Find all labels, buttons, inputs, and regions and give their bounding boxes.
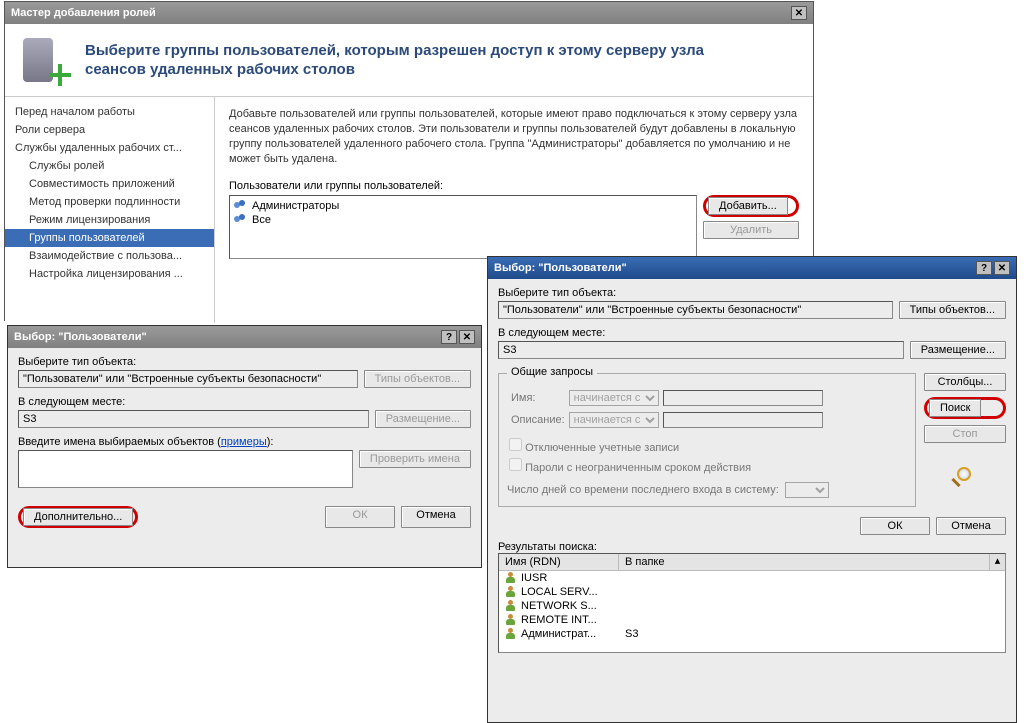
user-icon — [505, 586, 517, 598]
wizard-header: Выберите группы пользователей, которым р… — [5, 24, 813, 97]
select-users-dialog-2: Выбор: "Пользователи" ? ✕ Выберите тип о… — [487, 256, 1017, 723]
dlg2-obj-types-button[interactable]: Типы объектов... — [899, 301, 1006, 319]
dlg2-location: S3 — [498, 341, 904, 359]
dlg1-location-label: В следующем месте: — [18, 396, 471, 408]
dlg2-location-button[interactable]: Размещение... — [910, 341, 1006, 359]
dlg1-titlebar: Выбор: "Пользователи" ? ✕ — [8, 326, 481, 348]
wizard-titlebar: Мастер добавления ролей ✕ — [5, 2, 813, 24]
list-item[interactable]: Администраторы — [234, 199, 692, 213]
user-icon — [505, 572, 517, 584]
nav-item[interactable]: Группы пользователей — [5, 229, 214, 247]
result-row[interactable]: Администрат...S3 — [499, 627, 1005, 641]
col-folder-header[interactable]: В папке — [619, 554, 989, 570]
nav-item[interactable]: Службы ролей — [5, 157, 214, 175]
wizard-heading: Выберите группы пользователей, которым р… — [85, 41, 765, 80]
dlg1-location-button[interactable]: Размещение... — [375, 410, 471, 428]
close-icon[interactable]: ✕ — [994, 261, 1010, 275]
close-icon[interactable]: ✕ — [791, 6, 807, 20]
dlg1-location: S3 — [18, 410, 369, 428]
nav-item[interactable]: Перед началом работы — [5, 103, 214, 121]
dlg2-location-label: В следующем месте: — [498, 327, 1006, 339]
help-icon[interactable]: ? — [441, 330, 457, 344]
dlg2-name-label: Имя: — [511, 390, 565, 406]
dlg2-results-list[interactable]: Имя (RDN) В папке ▴ IUSRLOCAL SERV...NET… — [498, 553, 1006, 653]
dlg1-cancel-button[interactable]: Отмена — [401, 506, 471, 528]
dlg2-desc-input[interactable] — [663, 412, 823, 428]
dlg2-titlebar: Выбор: "Пользователи" ? ✕ — [488, 257, 1016, 279]
wizard-paragraph: Добавьте пользователей или группы пользо… — [229, 107, 799, 166]
nav-item[interactable]: Совместимость приложений — [5, 175, 214, 193]
dlg1-obj-type-label: Выберите тип объекта: — [18, 356, 471, 368]
help-icon[interactable]: ? — [976, 261, 992, 275]
dlg2-results-label: Результаты поиска: — [498, 541, 1006, 553]
examples-link[interactable]: примеры — [221, 436, 267, 448]
dlg2-no-expire-check[interactable]: Пароли с неограниченным сроком действия — [509, 458, 905, 474]
wizard-icon — [19, 34, 71, 86]
dlg1-title: Выбор: "Пользователи" — [14, 331, 147, 343]
dlg2-name-input[interactable] — [663, 390, 823, 406]
dlg1-obj-type: "Пользователи" или "Встроенные субъекты … — [18, 370, 358, 388]
close-icon[interactable]: ✕ — [459, 330, 475, 344]
nav-item[interactable]: Метод проверки подлинности — [5, 193, 214, 211]
dlg2-days-label: Число дней со времени последнего входа в… — [507, 484, 779, 496]
dlg1-ok-button[interactable]: ОК — [325, 506, 395, 528]
nav-item[interactable]: Службы удаленных рабочих ст... — [5, 139, 214, 157]
scroll-up-icon[interactable]: ▴ — [989, 554, 1005, 570]
wizard-nav: Перед началом работыРоли сервераСлужбы у… — [5, 97, 215, 323]
users-icon — [234, 200, 248, 212]
dlg2-obj-type: "Пользователи" или "Встроенные субъекты … — [498, 301, 893, 319]
user-icon — [505, 614, 517, 626]
nav-item[interactable]: Режим лицензирования — [5, 211, 214, 229]
dlg2-ok-button[interactable]: ОК — [860, 517, 930, 535]
dlg1-advanced-button[interactable]: Дополнительно... — [23, 508, 133, 526]
dlg1-check-names-button[interactable]: Проверить имена — [359, 450, 471, 468]
user-icon — [505, 628, 517, 640]
dlg1-names-label: Введите имена выбираемых объектов (приме… — [18, 436, 471, 448]
wizard-title: Мастер добавления ролей — [11, 7, 156, 19]
dlg2-desc-combo[interactable]: начинается с — [569, 412, 659, 428]
dlg1-obj-types-button[interactable]: Типы объектов... — [364, 370, 471, 388]
dlg2-desc-label: Описание: — [511, 412, 565, 428]
dlg2-cancel-button[interactable]: Отмена — [936, 517, 1006, 535]
remove-button[interactable]: Удалить — [703, 221, 799, 239]
nav-item[interactable]: Настройка лицензирования ... — [5, 265, 214, 283]
group-list[interactable]: АдминистраторыВсе — [229, 195, 697, 259]
result-row[interactable]: LOCAL SERV... — [499, 585, 1005, 599]
dlg2-title: Выбор: "Пользователи" — [494, 262, 627, 274]
dlg2-days-combo[interactable] — [785, 482, 829, 498]
nav-item[interactable]: Взаимодействие с пользова... — [5, 247, 214, 265]
dlg2-search-button[interactable]: Поиск — [929, 399, 981, 417]
list-item[interactable]: Все — [234, 213, 692, 227]
dlg2-columns-button[interactable]: Столбцы... — [924, 373, 1006, 391]
list-label: Пользователи или группы пользователей: — [229, 180, 799, 192]
users-icon — [234, 214, 248, 226]
dlg1-names-input[interactable] — [18, 450, 353, 488]
common-queries-title: Общие запросы — [507, 366, 597, 378]
result-row[interactable]: NETWORK S... — [499, 599, 1005, 613]
dlg2-name-combo[interactable]: начинается с — [569, 390, 659, 406]
result-row[interactable]: REMOTE INT... — [499, 613, 1005, 627]
nav-item[interactable]: Роли сервера — [5, 121, 214, 139]
magnifier-icon — [951, 467, 979, 491]
dlg2-disabled-accounts-check[interactable]: Отключенные учетные записи — [509, 438, 905, 454]
col-name-header[interactable]: Имя (RDN) — [499, 554, 619, 570]
dlg2-obj-type-label: Выберите тип объекта: — [498, 287, 1006, 299]
dlg2-stop-button[interactable]: Стоп — [924, 425, 1006, 443]
common-queries-group: Общие запросы Имя: начинается с Описание… — [498, 373, 916, 507]
select-users-dialog-1: Выбор: "Пользователи" ? ✕ Выберите тип о… — [7, 325, 482, 568]
result-row[interactable]: IUSR — [499, 571, 1005, 585]
user-icon — [505, 600, 517, 612]
add-button[interactable]: Добавить... — [708, 197, 788, 215]
